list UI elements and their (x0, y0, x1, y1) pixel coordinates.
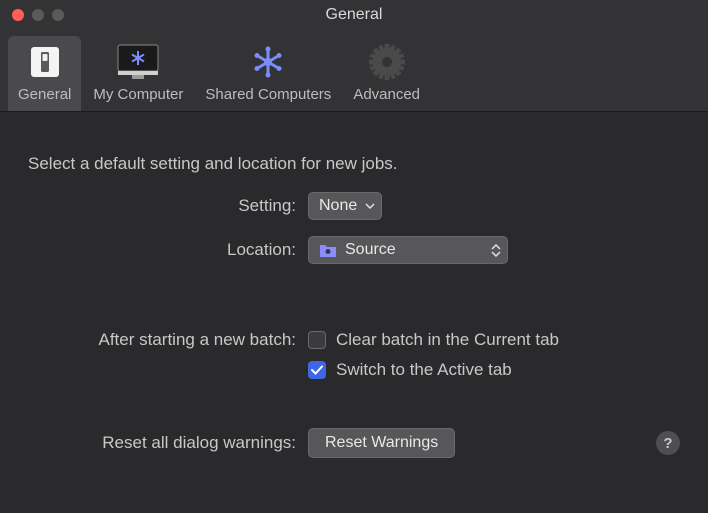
content-pane: Select a default setting and location fo… (0, 112, 708, 478)
batch-label: After starting a new batch: (28, 330, 308, 350)
window-title: General (0, 6, 708, 24)
tab-label: Shared Computers (205, 86, 331, 103)
traffic-lights (0, 9, 64, 21)
updown-icon (491, 244, 501, 257)
clear-batch-label: Clear batch in the Current tab (336, 330, 559, 350)
close-icon[interactable] (12, 9, 24, 21)
reset-warnings-button[interactable]: Reset Warnings (308, 428, 455, 458)
checkbox-checked-icon (308, 361, 326, 379)
help-icon[interactable]: ? (656, 431, 680, 455)
gear-icon (369, 42, 405, 82)
titlebar: General (0, 0, 708, 30)
location-row: Location: Source (28, 236, 680, 264)
tab-advanced[interactable]: Advanced (343, 36, 430, 111)
switch-icon (27, 42, 63, 82)
reset-row: Reset all dialog warnings: Reset Warning… (28, 428, 680, 458)
checkbox-unchecked-icon (308, 331, 326, 349)
clear-batch-option[interactable]: Clear batch in the Current tab (308, 330, 559, 350)
setting-select[interactable]: None (308, 192, 382, 220)
tab-label: My Computer (93, 86, 183, 103)
tab-my-computer[interactable]: My Computer (83, 36, 193, 111)
folder-icon (319, 243, 337, 257)
batch-section: After starting a new batch: Clear batch … (28, 330, 680, 390)
network-icon (250, 42, 286, 82)
monitor-icon (114, 42, 162, 82)
setting-value: None (319, 197, 357, 215)
minimize-icon[interactable] (32, 9, 44, 21)
location-label: Location: (28, 240, 308, 260)
toolbar: General My Computer (0, 30, 708, 112)
reset-button-label: Reset Warnings (325, 434, 438, 452)
setting-label: Setting: (28, 196, 308, 216)
intro-text: Select a default setting and location fo… (28, 154, 680, 174)
tab-label: Advanced (353, 86, 420, 103)
reset-label: Reset all dialog warnings: (28, 433, 308, 453)
setting-row: Setting: None (28, 192, 680, 220)
chevron-down-icon (365, 203, 375, 209)
tab-label: General (18, 86, 71, 103)
location-value: Source (345, 241, 396, 259)
tab-shared-computers[interactable]: Shared Computers (195, 36, 341, 111)
maximize-icon[interactable] (52, 9, 64, 21)
location-select[interactable]: Source (308, 236, 508, 264)
switch-tab-label: Switch to the Active tab (336, 360, 512, 380)
switch-tab-option[interactable]: Switch to the Active tab (308, 360, 559, 380)
tab-general[interactable]: General (8, 36, 81, 111)
